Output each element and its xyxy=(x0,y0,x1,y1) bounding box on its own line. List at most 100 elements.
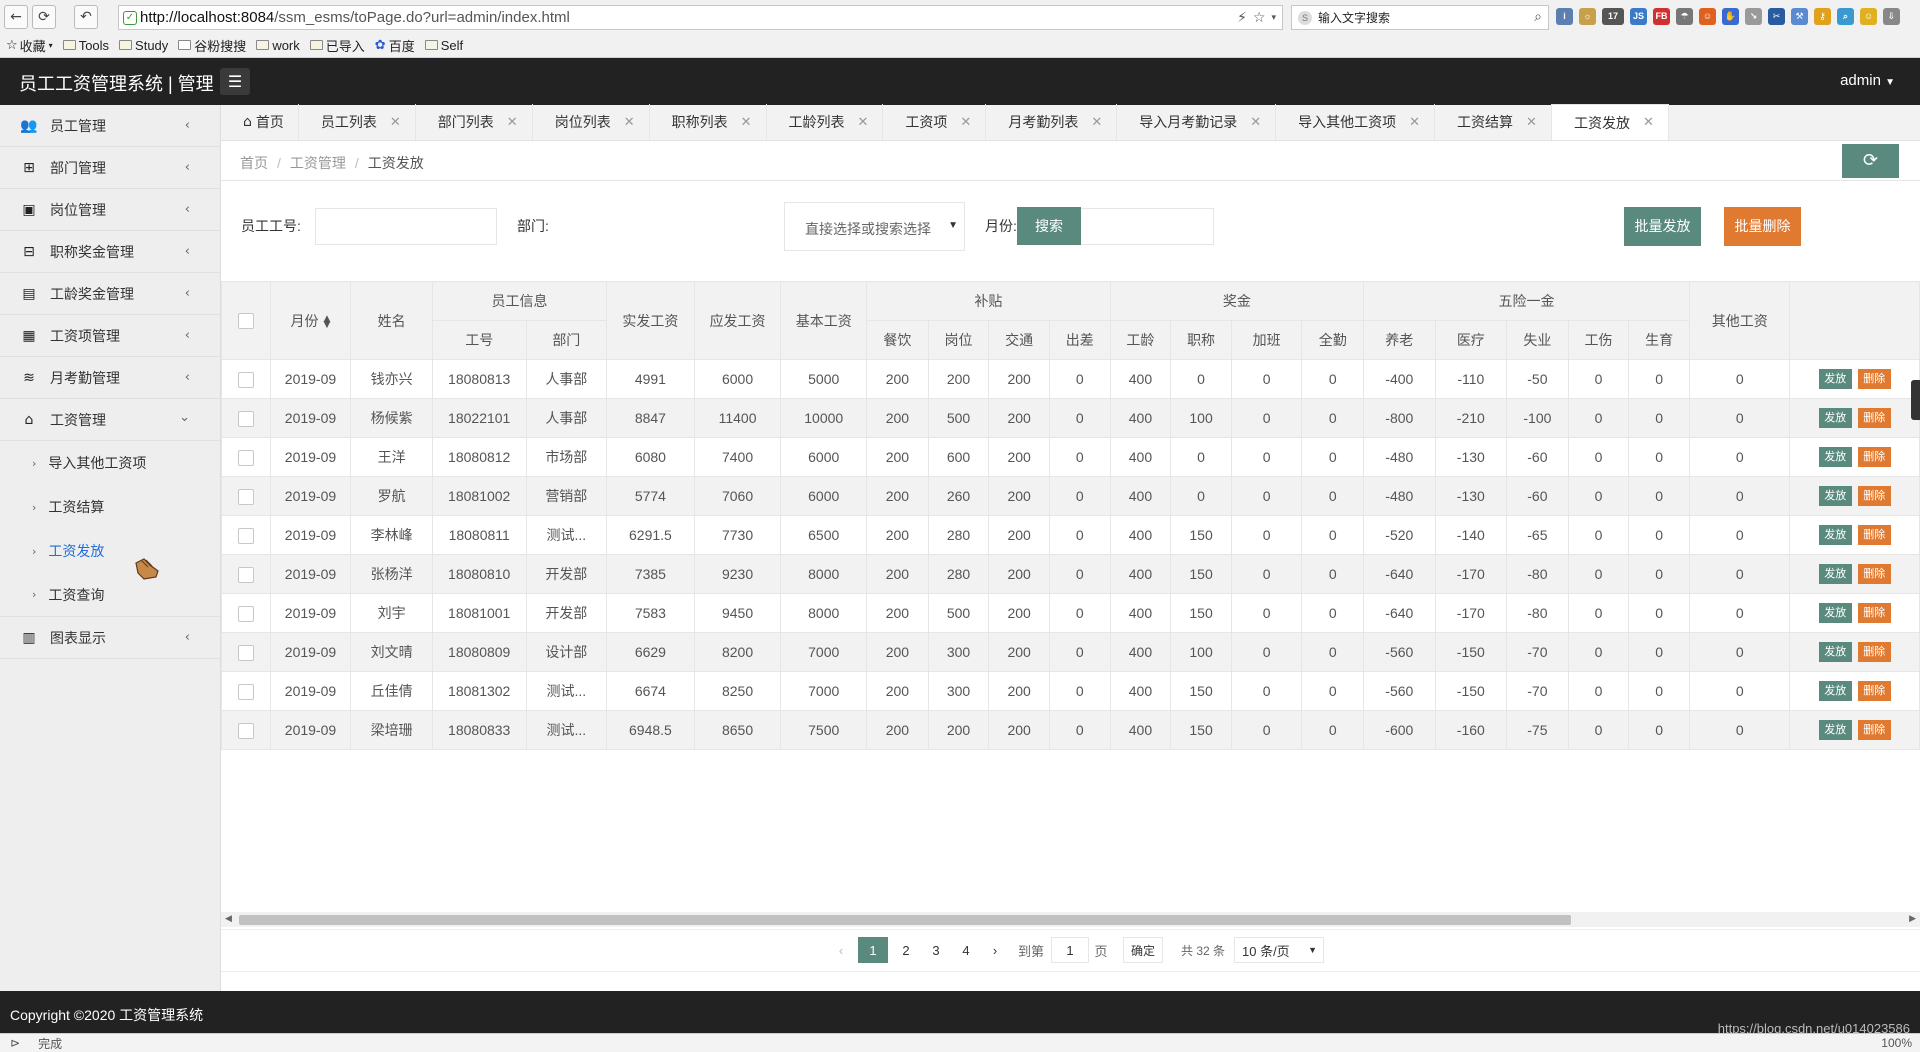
select-all-checkbox[interactable] xyxy=(237,313,254,330)
row-checkbox[interactable] xyxy=(237,722,254,739)
sidebar-item-department[interactable]: ⊞ 部门管理 ‹ xyxy=(0,147,220,189)
user-menu[interactable]: admin ▼ xyxy=(1840,72,1895,89)
tab-seniority-list[interactable]: 工龄列表 ✕ xyxy=(767,104,884,140)
ext-monkey-icon[interactable]: ☺ xyxy=(1699,8,1716,25)
dropdown-icon[interactable]: ▾ xyxy=(1271,10,1276,26)
close-icon[interactable]: ✕ xyxy=(1409,115,1420,130)
sidebar-toggle-icon[interactable]: ⊳ xyxy=(10,1036,20,1050)
undo-icon[interactable]: ↶ xyxy=(74,5,98,29)
sort-icon[interactable]: ▲ ▼ xyxy=(324,314,331,329)
menu-toggle-icon[interactable]: ☰ xyxy=(220,68,250,95)
lightning-icon[interactable]: ⚡ xyxy=(1237,10,1247,26)
prev-page-icon[interactable]: ‹ xyxy=(832,937,850,963)
close-icon[interactable]: ✕ xyxy=(507,115,518,130)
page-3[interactable]: 3 xyxy=(924,937,948,963)
sidebar-subitem-payout[interactable]: › 工资发放 xyxy=(0,529,220,573)
delete-button[interactable]: 删除 xyxy=(1857,564,1891,584)
batch-issue-button[interactable]: 批量发放 xyxy=(1624,207,1701,246)
tab-department-list[interactable]: 部门列表 ✕ xyxy=(416,104,533,140)
row-checkbox[interactable] xyxy=(237,371,254,388)
sidebar-item-title-bonus[interactable]: ⊟ 职称奖金管理 ‹ xyxy=(0,231,220,273)
breadcrumb-home[interactable]: 首页 xyxy=(240,155,268,171)
delete-button[interactable]: 删除 xyxy=(1857,681,1891,701)
side-panel-grip[interactable] xyxy=(1911,380,1920,420)
tab-attendance-list[interactable]: 月考勤列表 ✕ xyxy=(986,104,1118,140)
ext-smile-icon[interactable]: ☺ xyxy=(1860,8,1877,25)
issue-button[interactable]: 发放 xyxy=(1818,681,1852,701)
sidebar-item-post[interactable]: ▣ 岗位管理 ‹ xyxy=(0,189,220,231)
sidebar-subitem-settlement[interactable]: › 工资结算 xyxy=(0,485,220,529)
reload-icon[interactable]: ⟳ xyxy=(32,5,56,29)
download-icon[interactable]: ⇩ xyxy=(1883,8,1900,25)
issue-button[interactable]: 发放 xyxy=(1818,603,1852,623)
ext-arrow-icon[interactable]: ↘ xyxy=(1745,8,1762,25)
sidebar-subitem-import-other[interactable]: › 导入其他工资项 xyxy=(0,441,220,485)
sidebar-item-salary-item[interactable]: ▦ 工资项管理 ‹ xyxy=(0,315,220,357)
bookmark-favorites[interactable]: ☆ 收藏 ▾ xyxy=(6,36,53,55)
browser-search[interactable]: S 输入文字搜索 ⌕ xyxy=(1291,5,1549,30)
bookmark-self[interactable]: Self xyxy=(424,38,463,53)
delete-button[interactable]: 删除 xyxy=(1857,408,1891,428)
star-icon[interactable]: ☆ xyxy=(1253,10,1266,26)
row-checkbox[interactable] xyxy=(237,410,254,427)
page-4[interactable]: 4 xyxy=(954,937,978,963)
tab-import-attendance[interactable]: 导入月考勤记录 ✕ xyxy=(1117,104,1277,140)
delete-button[interactable]: 删除 xyxy=(1857,642,1891,662)
issue-button[interactable]: 发放 xyxy=(1818,447,1852,467)
ext-info-icon[interactable]: i xyxy=(1556,8,1573,25)
row-checkbox[interactable] xyxy=(237,488,254,505)
row-checkbox[interactable] xyxy=(237,449,254,466)
back-icon[interactable]: ← xyxy=(4,5,28,29)
ext-js-icon[interactable]: JS xyxy=(1630,8,1647,25)
issue-button[interactable]: 发放 xyxy=(1818,408,1852,428)
breadcrumb-salary[interactable]: 工资管理 xyxy=(290,155,346,171)
search-button[interactable]: 搜索 xyxy=(1017,207,1081,245)
delete-button[interactable]: 删除 xyxy=(1857,525,1891,545)
row-checkbox[interactable] xyxy=(237,605,254,622)
close-icon[interactable]: ✕ xyxy=(741,115,752,130)
goto-page-input[interactable]: 1 xyxy=(1051,937,1089,963)
dept-select[interactable]: 直接选择或搜索选择 ▼ xyxy=(784,202,965,251)
close-icon[interactable]: ✕ xyxy=(1643,115,1654,130)
header-month[interactable]: 月份 ▲ ▼ xyxy=(269,281,352,360)
ext-badge[interactable]: 17 xyxy=(1602,8,1624,25)
ext-scissors-icon[interactable]: ✂ xyxy=(1768,8,1785,25)
sidebar-item-attendance[interactable]: ≋ 月考勤管理 ‹ xyxy=(0,357,220,399)
ext-key-icon[interactable]: ⚷ xyxy=(1814,8,1831,25)
bookmark-work[interactable]: work xyxy=(256,38,300,53)
close-icon[interactable]: ✕ xyxy=(960,115,971,130)
url-bar[interactable]: ✓ http://localhost:8084/ssm_esms/toPage.… xyxy=(118,5,1283,30)
ext-fb-icon[interactable]: FB xyxy=(1653,8,1670,25)
ext-parachute-icon[interactable]: ☂ xyxy=(1676,8,1693,25)
delete-button[interactable]: 删除 xyxy=(1857,720,1891,740)
ext-search-icon[interactable]: ⌕ xyxy=(1837,8,1854,25)
ext-hand-icon[interactable]: ✋ xyxy=(1722,8,1739,25)
tab-settlement[interactable]: 工资结算 ✕ xyxy=(1435,104,1552,140)
scrollbar-thumb[interactable] xyxy=(239,915,1571,925)
scroll-left-icon[interactable]: ◀ xyxy=(225,913,232,924)
row-checkbox[interactable] xyxy=(237,683,254,700)
delete-button[interactable]: 删除 xyxy=(1857,486,1891,506)
refresh-button[interactable]: ⟳ xyxy=(1842,144,1899,178)
page-size-select[interactable]: 10 条/页 ▼ xyxy=(1234,937,1324,963)
bookmark-study[interactable]: Study xyxy=(119,38,168,53)
bookmark-imported[interactable]: 已导入 xyxy=(309,36,365,55)
delete-button[interactable]: 删除 xyxy=(1857,369,1891,389)
issue-button[interactable]: 发放 xyxy=(1818,486,1852,506)
row-checkbox[interactable] xyxy=(237,566,254,583)
batch-delete-button[interactable]: 批量删除 xyxy=(1724,207,1801,246)
next-page-icon[interactable]: › xyxy=(986,937,1004,963)
search-icon[interactable]: ⌕ xyxy=(1534,9,1542,25)
bookmark-baidu[interactable]: ✿ 百度 xyxy=(375,36,415,55)
tab-salary-item[interactable]: 工资项 ✕ xyxy=(883,104,987,140)
ext-sun-icon[interactable]: ☼ xyxy=(1579,8,1596,25)
row-checkbox[interactable] xyxy=(237,644,254,661)
tab-home[interactable]: ⌂ 首页 xyxy=(221,104,299,140)
page-1[interactable]: 1 xyxy=(858,937,888,963)
tab-import-other[interactable]: 导入其他工资项 ✕ xyxy=(1276,104,1436,140)
close-icon[interactable]: ✕ xyxy=(1526,115,1537,130)
scroll-right-icon[interactable]: ▶ xyxy=(1909,913,1916,924)
sidebar-item-seniority-bonus[interactable]: ▤ 工龄奖金管理 ‹ xyxy=(0,273,220,315)
issue-button[interactable]: 发放 xyxy=(1818,525,1852,545)
horizontal-scrollbar[interactable]: ◀ ▶ xyxy=(221,912,1920,927)
